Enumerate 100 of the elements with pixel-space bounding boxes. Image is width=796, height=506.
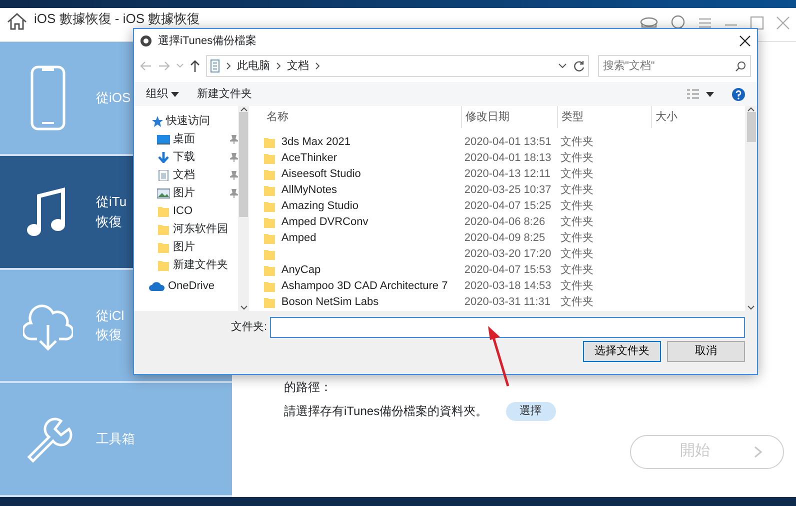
caret-icon — [171, 92, 179, 96]
caret-icon[interactable] — [558, 63, 567, 69]
folder-icon — [157, 242, 170, 252]
file-date: 2020-03-20 17:20 — [463, 246, 552, 262]
file-type: 文件夹 — [559, 278, 594, 294]
disc-icon[interactable] — [640, 16, 658, 30]
organize-menu[interactable]: 组织 — [146, 86, 179, 102]
file-type: 文件夹 — [559, 230, 594, 246]
file-type: 文件夹 — [559, 246, 594, 262]
view-icon[interactable] — [686, 88, 700, 100]
file-type: 文件夹 — [559, 214, 594, 230]
caret-icon[interactable] — [706, 92, 714, 96]
file-type: 文件夹 — [559, 198, 594, 214]
home-icon[interactable] — [6, 11, 28, 31]
file-type: 文件夹 — [559, 182, 594, 198]
back-arrow-icon[interactable] — [140, 61, 152, 71]
file-name[interactable]: AceThinker — [281, 150, 338, 166]
picture-icon — [157, 188, 170, 198]
up-arrow-icon[interactable] — [190, 60, 200, 72]
folder-icon — [263, 248, 276, 260]
file-date: 2020-04-06 8:26 — [463, 214, 546, 230]
file-name[interactable]: AllMyNotes — [281, 182, 338, 198]
star-icon — [152, 116, 163, 126]
search-icon — [735, 61, 746, 72]
sidebar-label: 恢復 — [96, 212, 123, 231]
file-name[interactable]: Ashampoo 3D CAD Architecture 7 — [281, 278, 448, 294]
folder-icon — [263, 200, 276, 212]
help-icon[interactable] — [732, 88, 745, 100]
folder-icon — [157, 206, 170, 216]
chevron-icon — [315, 62, 320, 70]
column-header[interactable]: 名称 — [263, 106, 462, 128]
scrollbar-thumb[interactable] — [239, 112, 248, 217]
scrollbar[interactable] — [238, 106, 250, 311]
sidebar-label: 從iTu — [96, 193, 127, 212]
breadcrumb-item[interactable]: 文档 — [287, 58, 309, 74]
up-caret-icon — [240, 106, 248, 112]
address-bar[interactable]: 此电脑 文档 — [206, 55, 589, 77]
sidebar-label: 從iOS — [96, 89, 131, 108]
folder-icon — [263, 168, 276, 180]
file-type: 文件夹 — [559, 150, 594, 166]
app-icon — [140, 35, 152, 47]
sidebar-label: 恢復 — [96, 326, 123, 344]
phone-icon — [30, 64, 66, 131]
choose-button[interactable]: 選擇 — [506, 402, 556, 420]
select-folder-button[interactable]: 选择文件夹 — [583, 341, 661, 362]
folder-icon — [263, 232, 276, 244]
download-icon — [157, 152, 170, 162]
file-name[interactable]: Amazing Studio — [281, 198, 358, 214]
file-date: 2020-04-01 18:13 — [463, 150, 552, 166]
cloud-icon — [149, 281, 165, 291]
chevron-icon — [226, 62, 231, 70]
file-type: 文件夹 — [559, 134, 594, 150]
folder-label: 文件夹: — [231, 320, 268, 336]
folder-icon — [263, 264, 276, 276]
window-title: iOS 數據恢復 - iOS 數據恢復 — [34, 11, 200, 26]
folder-icon — [263, 296, 276, 308]
chat-icon[interactable] — [670, 15, 686, 31]
document-icon — [157, 170, 170, 180]
file-name[interactable]: AnyCap — [281, 262, 321, 278]
refresh-icon[interactable] — [573, 60, 585, 72]
column-header[interactable]: 类型 — [557, 106, 652, 128]
cancel-button[interactable]: 取消 — [667, 341, 745, 362]
path-label: 的路徑： — [284, 379, 332, 396]
file-name[interactable]: Amped DVRConv — [281, 214, 368, 230]
instruction-text: 請選擇存有iTunes備份檔案的資料夾。 — [284, 403, 488, 420]
folder-icon — [263, 184, 276, 196]
column-header[interactable]: 修改日期 — [461, 106, 558, 128]
file-name[interactable]: Amped — [281, 230, 316, 246]
file-type: 文件夹 — [559, 166, 594, 182]
file-name[interactable]: 3ds Max 2021 — [281, 134, 351, 150]
file-type: 文件夹 — [559, 262, 594, 278]
search-field[interactable]: 搜索"文档" — [598, 55, 751, 77]
menu-icon[interactable] — [698, 17, 712, 29]
file-date: 2020-04-07 15:53 — [463, 262, 552, 278]
breadcrumb-item[interactable]: 此电脑 — [237, 58, 270, 74]
computer-icon — [210, 59, 220, 73]
sidebar-label: 工具箱 — [96, 430, 135, 448]
sidebar-label: 從iCl — [96, 306, 124, 325]
file-type: 文件夹 — [559, 294, 594, 310]
folder-icon — [157, 224, 170, 234]
folder-icon — [263, 280, 276, 292]
file-date: 2020-04-07 15:25 — [463, 198, 552, 214]
down-caret-icon — [747, 305, 756, 311]
scrollbar[interactable] — [745, 106, 757, 311]
monitor-icon — [157, 134, 170, 144]
file-date: 2020-04-01 13:51 — [463, 134, 552, 150]
maximize-icon[interactable] — [750, 16, 764, 30]
close-icon[interactable] — [739, 35, 751, 47]
down-caret-icon — [240, 305, 248, 311]
up-caret-icon — [747, 106, 756, 112]
forward-arrow-icon[interactable] — [158, 61, 170, 71]
scrollbar-thumb[interactable] — [746, 112, 756, 142]
file-date: 2020-04-13 12:11 — [463, 166, 552, 182]
chevron-icon — [753, 444, 763, 458]
folder-icon — [263, 136, 276, 148]
folder-input-field[interactable] — [270, 317, 745, 338]
file-name[interactable]: Aiseesoft Studio — [281, 166, 361, 182]
file-name[interactable]: Boson NetSim Labs — [281, 294, 379, 310]
folder-icon — [263, 216, 276, 228]
file-date: 2020-03-18 14:53 — [463, 278, 552, 294]
